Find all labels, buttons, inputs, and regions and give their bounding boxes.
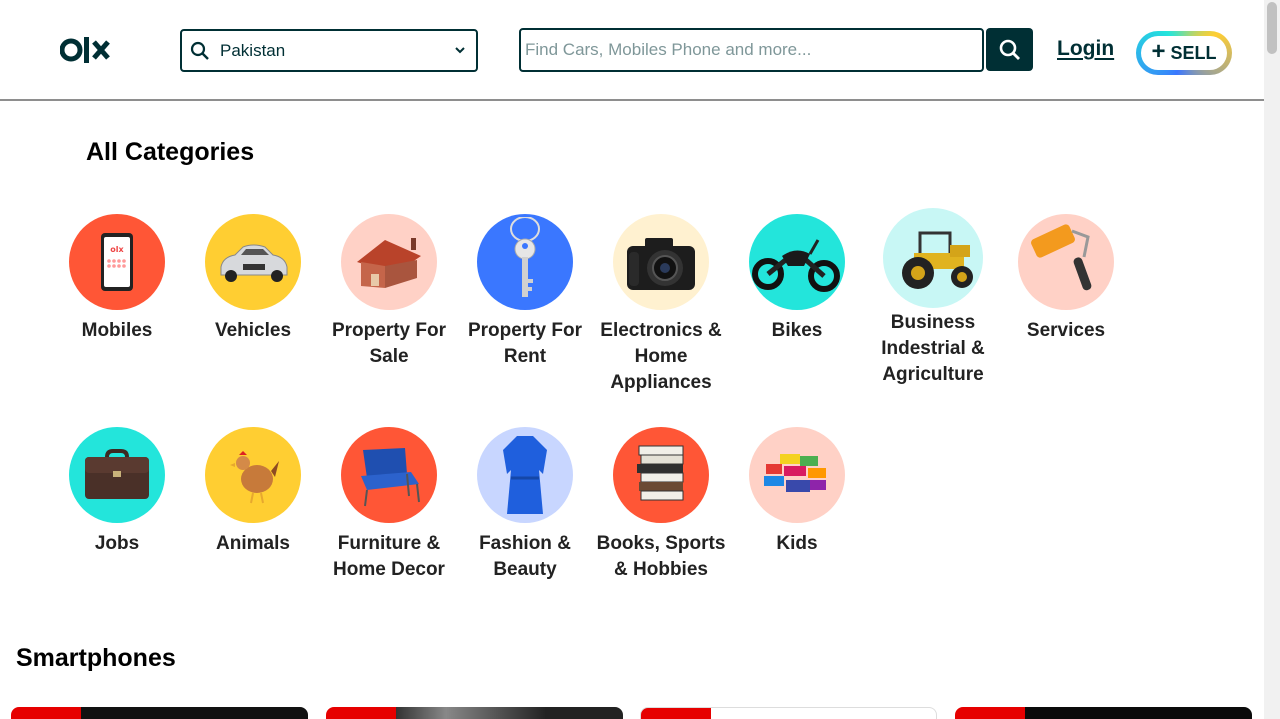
smartphones-title: Smartphones (16, 644, 176, 672)
category-property-for-rent[interactable]: Property For Rent (457, 214, 593, 370)
camera-icon (627, 238, 695, 290)
category-electronics[interactable]: Electronics & Home Appliances (593, 214, 729, 396)
category-vehicles[interactable]: Vehicles (185, 214, 321, 344)
category-label: Property For Rent (467, 320, 583, 367)
product-card[interactable] (326, 707, 623, 719)
category-label: Kids (776, 533, 818, 554)
search-icon (999, 39, 1020, 60)
category-label: Fashion & Beauty (479, 533, 571, 580)
category-property-for-sale[interactable]: Property For Sale (321, 214, 457, 370)
category-icon-bg: olx (69, 214, 165, 310)
category-services[interactable]: Services (998, 214, 1134, 344)
mobile-phone-icon: olx (101, 233, 133, 291)
login-link[interactable]: Login (1057, 37, 1114, 61)
category-label: Vehicles (214, 320, 292, 341)
category-books-sports-hobbies[interactable]: Books, Sports & Hobbies (593, 427, 729, 583)
plus-icon: + (1151, 38, 1166, 65)
category-icon-bg (749, 427, 845, 523)
category-icon-bg (613, 427, 709, 523)
category-icon-bg (205, 214, 301, 310)
location-value: Pakistan (220, 40, 286, 60)
search-input[interactable] (519, 28, 984, 72)
paint-roller-icon (1031, 224, 1092, 291)
category-label: Mobiles (81, 320, 153, 341)
category-label: Jobs (94, 533, 140, 554)
house-icon (357, 238, 421, 288)
key-icon (510, 217, 540, 297)
category-icon-bg (69, 427, 165, 523)
categories-title: All Categories (86, 138, 255, 166)
category-bikes[interactable]: Bikes (729, 214, 865, 344)
scrollbar[interactable] (1264, 0, 1280, 719)
toy-blocks-icon (764, 454, 826, 492)
category-icon-bg (613, 214, 709, 310)
category-icon-bg (205, 427, 301, 523)
category-icon-bg (883, 208, 983, 308)
hen-icon (230, 451, 279, 504)
category-label: Books, Sports & Hobbies (596, 533, 726, 580)
chevron-down-icon[interactable] (454, 44, 466, 56)
category-icon-bg (341, 427, 437, 523)
category-label: Electronics & Home Appliances (600, 320, 722, 393)
category-label: Bikes (771, 320, 823, 341)
olx-logo[interactable] (60, 34, 124, 66)
category-jobs[interactable]: Jobs (49, 427, 185, 557)
product-card[interactable] (11, 707, 308, 719)
category-label: Services (1026, 320, 1106, 341)
category-icon-bg (749, 214, 845, 310)
category-icon-bg (477, 427, 573, 523)
books-icon (637, 445, 684, 501)
product-card[interactable] (640, 707, 937, 719)
category-label: Animals (216, 533, 290, 554)
category-label: Property For Sale (331, 320, 447, 367)
category-label: Furniture & Home Decor (333, 533, 445, 580)
category-animals[interactable]: Animals (185, 427, 321, 557)
svg-text:olx: olx (110, 245, 124, 254)
motorbike-icon (752, 239, 840, 292)
category-icon-bg (477, 214, 573, 310)
search-button[interactable] (986, 28, 1033, 71)
product-card[interactable] (955, 707, 1252, 719)
dress-icon (503, 436, 547, 514)
category-icon-bg (1018, 214, 1114, 310)
category-icon-bg (341, 214, 437, 310)
category-business-industrial-agriculture[interactable]: Business Indestrial & Agriculture (865, 208, 1001, 388)
category-fashion-beauty[interactable]: Fashion & Beauty (457, 427, 593, 583)
category-label: Business Indestrial & Agriculture (881, 312, 985, 385)
briefcase-icon (85, 449, 149, 499)
category-furniture[interactable]: Furniture & Home Decor (321, 427, 457, 583)
category-mobiles[interactable]: olx Mobiles (49, 214, 185, 344)
scrollbar-thumb[interactable] (1267, 2, 1277, 54)
car-icon (220, 244, 288, 282)
tractor-icon (902, 231, 973, 289)
armchair-icon (361, 448, 420, 507)
location-select[interactable]: Pakistan (180, 29, 478, 72)
sell-button[interactable]: + SELL (1136, 31, 1232, 75)
category-kids[interactable]: Kids (729, 427, 865, 557)
search-icon (190, 41, 209, 60)
sell-label: SELL (1170, 42, 1217, 63)
header: Pakistan Login + SELL (0, 0, 1264, 101)
